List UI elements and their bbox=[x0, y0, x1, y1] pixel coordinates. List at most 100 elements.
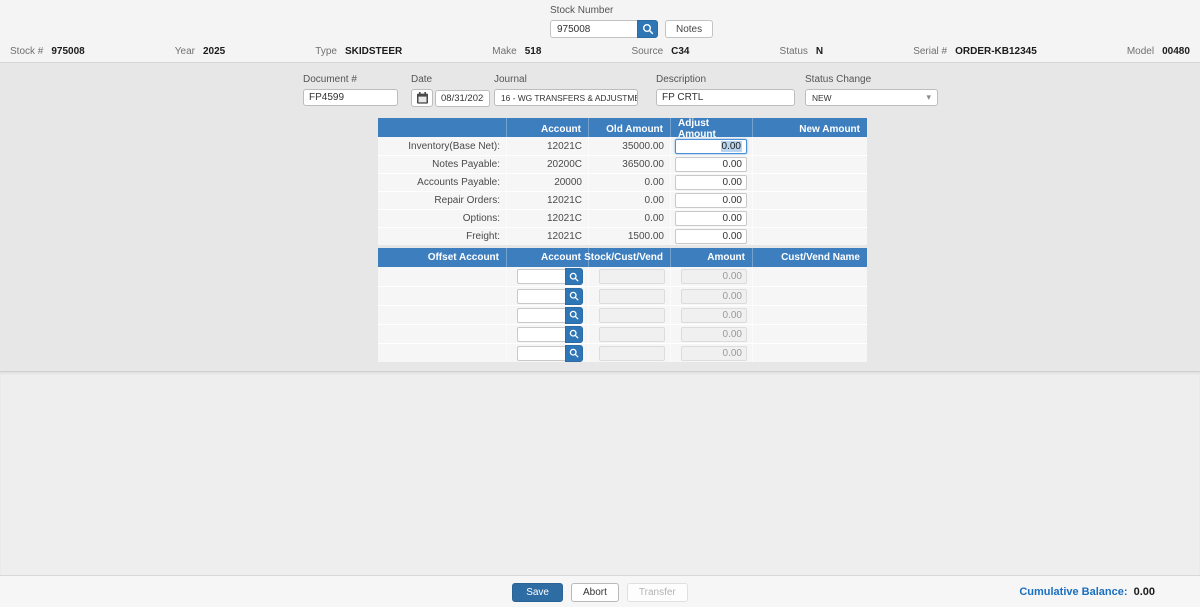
offset-account-search-button[interactable] bbox=[565, 288, 583, 305]
search-icon bbox=[569, 272, 579, 282]
status-change-field: Status Change NEW ▾ bbox=[805, 74, 938, 106]
cumulative-balance: Cumulative Balance: 0.00 bbox=[1019, 586, 1155, 598]
old-amount-value: 0.00 bbox=[588, 192, 670, 209]
notes-button[interactable]: Notes bbox=[665, 20, 713, 38]
header-stock-cust-vend: Stock/Cust/Vend bbox=[588, 248, 670, 267]
calendar-icon bbox=[417, 92, 428, 104]
offset-account-input[interactable] bbox=[517, 327, 565, 342]
date-label: Date bbox=[411, 74, 490, 85]
stock-info-label: Status bbox=[780, 46, 808, 57]
new-amount-cell bbox=[752, 228, 867, 245]
abort-button[interactable]: Abort bbox=[571, 583, 619, 602]
stock-info-serial: Serial # ORDER-KB12345 bbox=[913, 46, 1037, 57]
adjust-amount-input[interactable] bbox=[675, 229, 747, 244]
selected-input-text: 0.00 bbox=[721, 141, 742, 152]
cust-vend-name-cell bbox=[752, 306, 867, 324]
table-row: Accounts Payable: 20000 0.00 bbox=[378, 173, 867, 191]
date-input[interactable] bbox=[435, 90, 490, 107]
stock-info-status: Status N bbox=[780, 46, 824, 57]
header-offset-account: Offset Account bbox=[378, 248, 506, 267]
offset-amount-input bbox=[681, 327, 747, 342]
stock-info-value: N bbox=[816, 46, 823, 57]
offset-account-search-button[interactable] bbox=[565, 307, 583, 324]
table-row bbox=[378, 267, 867, 286]
row-label: Freight: bbox=[378, 228, 506, 245]
search-icon bbox=[569, 291, 579, 301]
offset-account-input[interactable] bbox=[517, 289, 565, 304]
table-row: Notes Payable: 20200C 36500.00 bbox=[378, 155, 867, 173]
document-label: Document # bbox=[303, 74, 398, 85]
offset-account-cell bbox=[378, 325, 506, 343]
stock-number-search-button[interactable] bbox=[637, 20, 658, 38]
adjustment-table: Account Old Amount Adjust Amount New Amo… bbox=[378, 118, 867, 245]
header-account: Account bbox=[506, 248, 588, 267]
stock-info-label: Make bbox=[492, 46, 516, 57]
offset-account-cell bbox=[378, 306, 506, 324]
adjust-amount-input[interactable] bbox=[675, 175, 747, 190]
row-label: Repair Orders: bbox=[378, 192, 506, 209]
stock-info-model: Model 00480 bbox=[1127, 46, 1190, 57]
transfer-button[interactable]: Transfer bbox=[627, 583, 688, 602]
account-value: 12021C bbox=[506, 210, 588, 227]
date-picker-button[interactable] bbox=[411, 89, 433, 107]
cust-vend-name-cell bbox=[752, 267, 867, 286]
offset-account-input[interactable] bbox=[517, 308, 565, 323]
new-amount-cell bbox=[752, 174, 867, 191]
stock-info-label: Source bbox=[631, 46, 663, 57]
new-amount-cell bbox=[752, 210, 867, 227]
header-cust-vend-name: Cust/Vend Name bbox=[752, 248, 867, 267]
description-input[interactable] bbox=[656, 89, 795, 106]
adjust-amount-input[interactable] bbox=[675, 211, 747, 226]
journal-select[interactable]: 16 - WG TRANSFERS & ADJUSTMENTS ▾ bbox=[494, 89, 638, 106]
status-change-select[interactable]: NEW ▾ bbox=[805, 89, 938, 106]
adjust-amount-input[interactable] bbox=[675, 157, 747, 172]
account-value: 12021C bbox=[506, 192, 588, 209]
table-row bbox=[378, 324, 867, 343]
row-label: Notes Payable: bbox=[378, 156, 506, 173]
account-value: 12021C bbox=[506, 137, 588, 155]
stock-info-make: Make 518 bbox=[492, 46, 541, 57]
offset-table: Offset Account Account Stock/Cust/Vend A… bbox=[378, 248, 867, 362]
empty-content-panel bbox=[0, 371, 1200, 575]
document-input[interactable] bbox=[303, 89, 398, 106]
offset-account-search-button[interactable] bbox=[565, 268, 583, 285]
stock-cust-vend-input bbox=[599, 346, 665, 361]
adjust-amount-input[interactable] bbox=[675, 193, 747, 208]
inventory-adjustment-page: Stock Number Notes Stock # 975008 Year 2… bbox=[0, 0, 1200, 607]
table-row: Inventory(Base Net): 12021C 35000.00 0.0… bbox=[378, 137, 867, 155]
stock-info-value: 518 bbox=[525, 46, 542, 57]
stock-info-value: ORDER-KB12345 bbox=[955, 46, 1037, 57]
table-row bbox=[378, 343, 867, 362]
stock-info-source: Source C34 bbox=[631, 46, 689, 57]
old-amount-value: 0.00 bbox=[588, 210, 670, 227]
save-button[interactable]: Save bbox=[512, 583, 563, 602]
journal-selected-value: 16 - WG TRANSFERS & ADJUSTMENTS bbox=[501, 93, 638, 103]
date-field: Date bbox=[411, 74, 490, 107]
offset-account-input[interactable] bbox=[517, 269, 565, 284]
row-label: Inventory(Base Net): bbox=[378, 137, 506, 155]
adjustment-table-header: Account Old Amount Adjust Amount New Amo… bbox=[378, 118, 867, 137]
stock-info-value: C34 bbox=[671, 46, 689, 57]
offset-account-search-button[interactable] bbox=[565, 345, 583, 362]
old-amount-value: 0.00 bbox=[588, 174, 670, 191]
description-label: Description bbox=[656, 74, 795, 85]
offset-account-cell bbox=[378, 267, 506, 286]
stock-info-strip: Stock # 975008 Year 2025 Type SKIDSTEER … bbox=[0, 46, 1200, 57]
stock-number-input[interactable] bbox=[550, 20, 637, 38]
stock-info-label: Serial # bbox=[913, 46, 947, 57]
stock-info-value: 2025 bbox=[203, 46, 225, 57]
stock-cust-vend-input bbox=[599, 269, 665, 284]
offset-account-cell bbox=[378, 344, 506, 362]
offset-amount-input bbox=[681, 308, 747, 323]
status-change-selected-value: NEW bbox=[812, 93, 832, 103]
offset-amount-input bbox=[681, 289, 747, 304]
cumulative-balance-label: Cumulative Balance: bbox=[1019, 586, 1127, 598]
search-icon bbox=[569, 310, 579, 320]
top-bar: Stock Number Notes Stock # 975008 Year 2… bbox=[0, 0, 1200, 63]
offset-account-search-button[interactable] bbox=[565, 326, 583, 343]
tables-region: Account Old Amount Adjust Amount New Amo… bbox=[378, 118, 867, 362]
offset-account-input[interactable] bbox=[517, 346, 565, 361]
row-label: Accounts Payable: bbox=[378, 174, 506, 191]
new-amount-cell bbox=[752, 192, 867, 209]
adjust-amount-input[interactable]: 0.00 bbox=[675, 139, 747, 154]
